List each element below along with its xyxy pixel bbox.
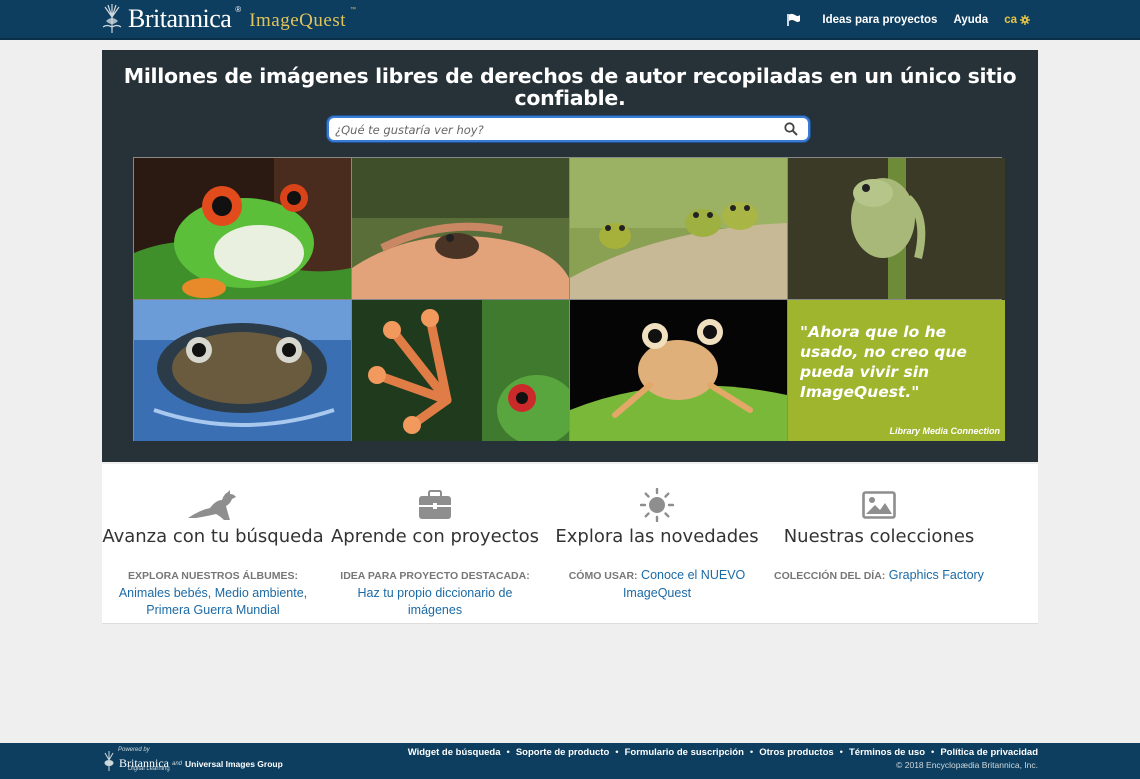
footer-partner: Universal Images Group — [185, 758, 283, 769]
footer-logo[interactable]: Powered by Britannica Digital Learning a… — [102, 747, 283, 775]
britannica-imagequest-logo[interactable]: Britannica ® ImageQuest ™ — [100, 2, 356, 36]
feature-title: Avanza con tu búsqueda — [102, 526, 324, 547]
footer-link-support[interactable]: Soporte de producto — [516, 747, 609, 758]
featured-project-link[interactable]: Haz tu propio diccionario de imágenes — [358, 586, 513, 617]
image-tile-three-frogs[interactable] — [570, 158, 787, 299]
thistle-logo-icon — [104, 751, 114, 771]
help-link[interactable]: Ayuda — [953, 14, 988, 26]
image-grid: "Ahora que lo he usado, no creo que pued… — [133, 157, 1005, 441]
feature-label: EXPLORA NUESTROS ÁLBUMES: — [128, 570, 298, 582]
feature-description: IDEA PARA PROYECTO DESTACADA: Haz tu pro… — [324, 567, 546, 619]
gear-icon — [1020, 15, 1030, 25]
briefcase-icon — [419, 490, 451, 519]
top-bar: Britannica ® ImageQuest ™ Ideas para proye… — [0, 0, 1140, 40]
hero-title-line1: Millones de imágenes libres de derechos … — [123, 64, 1017, 88]
product-name: ImageQuest — [249, 10, 347, 31]
footer-link-terms[interactable]: Términos de uso — [849, 747, 925, 758]
feature-description: EXPLORA NUESTROS ÁLBUMES: Animales bebés… — [102, 567, 324, 619]
testimonial-quote: "Ahora que lo he usado, no creo que pued… — [800, 323, 967, 401]
feature-projects: Aprende con proyectos IDEA PARA PROYECTO… — [324, 464, 546, 619]
brand-registered-mark: ® — [235, 4, 242, 14]
hero-title: Millones de imágenes libres de derechos … — [102, 65, 1038, 109]
footer-link-search-widget[interactable]: Widget de búsqueda — [408, 747, 501, 758]
hero-title-line2: confiable. — [514, 86, 626, 110]
feature-advance-search: Avanza con tu búsqueda EXPLORA NUESTROS … — [102, 464, 324, 619]
powered-by: Powered by — [118, 747, 150, 753]
collection-of-day-link[interactable]: Graphics Factory — [889, 568, 984, 582]
search-icon[interactable] — [784, 122, 798, 136]
search-box — [327, 116, 810, 142]
features-panel: Avanza con tu búsqueda EXPLORA NUESTROS … — [102, 464, 1038, 624]
feature-news: Explora las novedades CÓMO USAR: Conoce … — [546, 464, 768, 602]
footer-link-subscription[interactable]: Formulario de suscripción — [625, 747, 744, 758]
image-tile-frog-on-stem[interactable] — [788, 158, 1005, 299]
search-input[interactable] — [335, 121, 775, 139]
footer-separator: • — [839, 747, 843, 758]
footer-separator: • — [749, 747, 754, 758]
flag-icon[interactable] — [786, 13, 802, 27]
image-tile-frog-toes[interactable] — [352, 300, 569, 441]
product-trademark: ™ — [350, 7, 357, 13]
footer-separator: • — [506, 747, 510, 758]
image-tile-red-eyed-frog[interactable] — [134, 158, 351, 299]
footer-separator: • — [931, 747, 935, 758]
feature-title: Nuestras colecciones — [783, 526, 975, 547]
footer: Powered by Britannica Digital Learning a… — [0, 743, 1140, 779]
feature-label: COLECCIÓN DEL DÍA: — [774, 570, 886, 582]
sun-icon — [640, 488, 674, 522]
footer-link-other-products[interactable]: Otros productos — [759, 747, 833, 758]
feature-collections: Nuestras colecciones COLECCIÓN DEL DÍA: … — [768, 464, 990, 585]
feature-description: COLECCIÓN DEL DÍA: Graphics Factory — [768, 567, 990, 585]
top-nav: Ideas para proyectos Ayuda ca — [786, 0, 1030, 40]
feature-title: Explora las novedades — [555, 526, 759, 547]
feature-description: CÓMO USAR: Conoce el NUEVO ImageQuest — [546, 567, 768, 602]
footer-and: and — [171, 760, 182, 767]
thistle-logo-icon — [102, 4, 122, 33]
feature-label: CÓMO USAR: — [568, 570, 638, 582]
albums-link[interactable]: Animales bebés, Medio ambiente, Primera … — [119, 586, 307, 617]
brand-name: Britannica — [128, 4, 232, 33]
feature-label: IDEA PARA PROYECTO DESTACADA: — [340, 570, 530, 582]
image-tile-frog-on-leaf[interactable] — [570, 300, 787, 441]
testimonial-tile: "Ahora que lo he usado, no creo que pued… — [788, 300, 1005, 441]
footer-links: Widget de búsqueda • Soporte de producto… — [408, 747, 1038, 758]
copyright: © 2018 Encyclopædia Britannica, Inc. — [896, 760, 1038, 770]
footer-brand-sub: Digital Learning — [128, 766, 170, 772]
footer-separator: • — [615, 747, 619, 758]
image-tile-frog-in-water[interactable] — [134, 300, 351, 441]
footer-link-privacy[interactable]: Política de privacidad — [940, 747, 1038, 758]
kangaroo-icon — [188, 490, 236, 520]
projects-ideas-link[interactable]: Ideas para proyectos — [822, 14, 937, 26]
account-label: ca — [1004, 14, 1017, 26]
hero-panel: Millones de imágenes libres de derechos … — [102, 50, 1038, 462]
feature-title: Aprende con proyectos — [330, 526, 539, 547]
image-tile-frog-on-hand[interactable] — [352, 158, 569, 299]
account-menu[interactable]: ca — [1004, 14, 1030, 26]
new-imagequest-link[interactable]: Conoce el NUEVO ImageQuest — [623, 568, 745, 600]
image-icon — [862, 491, 896, 519]
testimonial-source: Library Media Connection — [889, 426, 1000, 436]
